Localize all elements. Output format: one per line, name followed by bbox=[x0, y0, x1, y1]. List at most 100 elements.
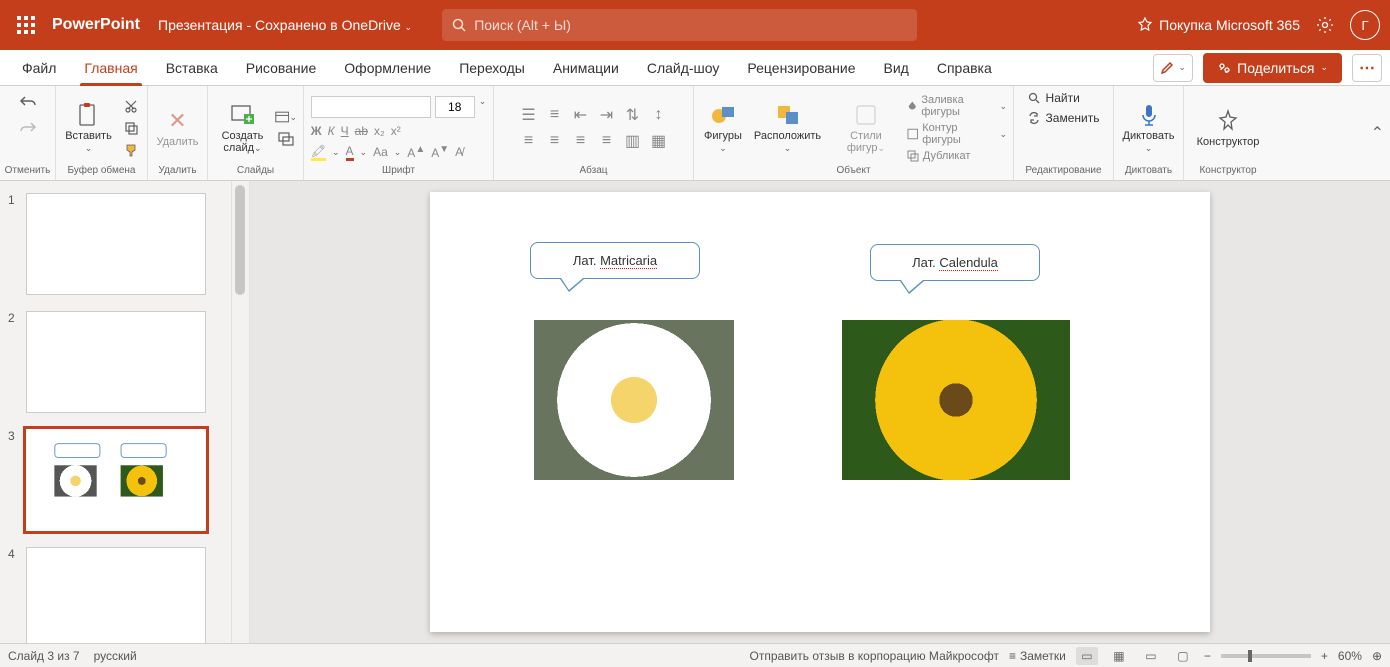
redo-button[interactable] bbox=[17, 117, 39, 137]
scrollbar-thumb[interactable] bbox=[235, 185, 245, 295]
shape-styles-button[interactable]: Стили фигур⌄ bbox=[829, 100, 903, 156]
thumb-number: 4 bbox=[8, 547, 20, 643]
tab-insert[interactable]: Вставка bbox=[152, 50, 232, 86]
tab-home[interactable]: Главная bbox=[70, 50, 151, 86]
share-button[interactable]: Поделиться ⌄ bbox=[1203, 53, 1342, 83]
numbering-button[interactable]: ≡ bbox=[544, 104, 566, 126]
notes-button[interactable]: ≡ Заметки bbox=[1009, 649, 1066, 663]
editing-mode-button[interactable]: ⌄ bbox=[1153, 54, 1193, 82]
designer-group-label: Конструктор bbox=[1199, 165, 1256, 178]
align-left-button[interactable]: ≡ bbox=[518, 130, 540, 152]
tab-view[interactable]: Вид bbox=[870, 50, 923, 86]
tab-transitions[interactable]: Переходы bbox=[445, 50, 539, 86]
zoom-out-button[interactable]: − bbox=[1204, 649, 1211, 663]
replace-button[interactable]: Заменить bbox=[1028, 111, 1100, 125]
language-status[interactable]: русский bbox=[94, 649, 137, 663]
slide-counter[interactable]: Слайд 3 из 7 bbox=[8, 649, 80, 663]
underline-button[interactable]: Ч bbox=[341, 124, 349, 138]
fit-to-window-button[interactable]: ⊕ bbox=[1372, 649, 1382, 663]
increase-indent-button[interactable]: ⇥ bbox=[596, 104, 618, 126]
thumbnails-scrollbar[interactable] bbox=[232, 181, 250, 643]
document-title[interactable]: Презентация - Сохранено в OneDrive ⌄ bbox=[158, 17, 412, 33]
slide-thumbnail-4[interactable] bbox=[26, 547, 206, 643]
decrease-indent-button[interactable]: ⇤ bbox=[570, 104, 592, 126]
status-bar: Слайд 3 из 7 русский Отправить отзыв в к… bbox=[0, 643, 1390, 667]
title-bar: PowerPoint Презентация - Сохранено в One… bbox=[0, 0, 1390, 50]
feedback-link[interactable]: Отправить отзыв в корпорацию Майкрософт bbox=[749, 649, 998, 663]
format-painter-button[interactable] bbox=[120, 140, 142, 160]
buy-microsoft-365-button[interactable]: Покупка Microsoft 365 bbox=[1137, 17, 1300, 33]
find-button[interactable]: Найти bbox=[1028, 91, 1080, 105]
bullets-button[interactable]: ☰ bbox=[518, 104, 540, 126]
slide-thumbnail-2[interactable] bbox=[26, 311, 206, 413]
share-label: Поделиться bbox=[1237, 60, 1314, 76]
tab-animations[interactable]: Анимации bbox=[539, 50, 633, 86]
font-size-input[interactable] bbox=[435, 96, 475, 118]
tab-review[interactable]: Рецензирование bbox=[733, 50, 869, 86]
callout-shape-2[interactable]: Лат. Calendula bbox=[870, 244, 1040, 281]
superscript-button[interactable]: x² bbox=[391, 124, 401, 138]
user-avatar[interactable]: Г bbox=[1350, 10, 1380, 40]
zoom-level[interactable]: 60% bbox=[1338, 649, 1362, 663]
dictate-button[interactable]: Диктовать⌄ bbox=[1119, 100, 1179, 156]
undo-button[interactable] bbox=[17, 91, 39, 111]
duplicate-slide-button[interactable] bbox=[275, 129, 297, 149]
shapes-button[interactable]: Фигуры⌄ bbox=[700, 100, 746, 156]
reading-view-button[interactable]: ▭ bbox=[1140, 647, 1162, 665]
callout-shape-1[interactable]: Лат. Matricaria bbox=[530, 242, 700, 279]
align-center-button[interactable]: ≡ bbox=[544, 130, 566, 152]
justify-button[interactable]: ≡ bbox=[596, 130, 618, 152]
columns-button[interactable]: ▥ bbox=[622, 130, 644, 152]
line-spacing-button[interactable]: ⇅ bbox=[622, 104, 644, 126]
arrange-button[interactable]: Расположить⌄ bbox=[750, 100, 825, 156]
convert-smartart-button[interactable]: ▦ bbox=[648, 130, 670, 152]
zoom-slider[interactable] bbox=[1221, 654, 1311, 658]
layout-button[interactable]: ⌄ bbox=[275, 107, 297, 127]
image-matricaria[interactable] bbox=[534, 320, 734, 480]
tab-help[interactable]: Справка bbox=[923, 50, 1006, 86]
grow-font-button[interactable]: A▲ bbox=[407, 144, 425, 160]
slide-canvas-area: Лат. Matricaria Лат. Calendula bbox=[250, 181, 1390, 643]
tab-slideshow[interactable]: Слайд-шоу bbox=[633, 50, 734, 86]
thumb-number: 1 bbox=[8, 193, 20, 295]
bold-button[interactable]: Ж bbox=[311, 124, 322, 138]
tab-file[interactable]: Файл bbox=[8, 50, 70, 86]
strikethrough-button[interactable]: ab bbox=[355, 124, 368, 138]
new-slide-button[interactable]: Создать слайд⌄ bbox=[214, 100, 271, 156]
shape-outline-button[interactable]: Контур фигуры⌄ bbox=[907, 122, 1007, 146]
delete-button[interactable]: ✕ Удалить bbox=[153, 106, 203, 150]
italic-button[interactable]: К bbox=[328, 124, 335, 138]
align-right-button[interactable]: ≡ bbox=[570, 130, 592, 152]
tab-draw[interactable]: Рисование bbox=[232, 50, 331, 86]
settings-icon[interactable] bbox=[1316, 16, 1334, 34]
font-family-input[interactable] bbox=[311, 96, 431, 118]
copy-button[interactable] bbox=[120, 118, 142, 138]
slide-sorter-view-button[interactable]: ▦ bbox=[1108, 647, 1130, 665]
subscript-button[interactable]: x₂ bbox=[374, 124, 385, 138]
change-case-button[interactable]: Aa bbox=[373, 145, 388, 159]
avatar-initial: Г bbox=[1361, 18, 1368, 33]
slide-thumbnails-panel: 1 2 3 4 bbox=[0, 181, 232, 643]
collapse-ribbon-button[interactable]: ⌃ bbox=[1371, 123, 1384, 143]
tab-design[interactable]: Оформление bbox=[330, 50, 445, 86]
cut-button[interactable] bbox=[120, 96, 142, 116]
duplicate-shape-button[interactable]: Дубликат bbox=[907, 150, 1007, 162]
zoom-in-button[interactable]: + bbox=[1321, 649, 1328, 663]
image-calendula[interactable] bbox=[842, 320, 1070, 480]
more-options-button[interactable]: ⋯ bbox=[1352, 54, 1382, 82]
app-launcher-icon[interactable] bbox=[10, 9, 42, 41]
clear-formatting-button[interactable]: A̸ bbox=[455, 145, 463, 159]
slideshow-view-button[interactable]: ▢ bbox=[1172, 647, 1194, 665]
designer-button[interactable]: Конструктор bbox=[1193, 106, 1264, 150]
slide-thumbnail-3[interactable] bbox=[26, 429, 206, 531]
normal-view-button[interactable]: ▭ bbox=[1076, 647, 1098, 665]
paste-button[interactable]: Вставить⌄ bbox=[61, 100, 116, 156]
highlight-color-button[interactable]: 🖍 bbox=[311, 144, 326, 161]
slide-thumbnail-1[interactable] bbox=[26, 193, 206, 295]
shrink-font-button[interactable]: A▼ bbox=[431, 144, 449, 160]
shape-fill-button[interactable]: Заливка фигуры⌄ bbox=[907, 94, 1007, 118]
text-direction-button[interactable]: ↕ bbox=[648, 104, 670, 126]
search-input[interactable]: Поиск (Alt + Ы) bbox=[442, 9, 917, 41]
slide-canvas[interactable]: Лат. Matricaria Лат. Calendula bbox=[430, 192, 1210, 632]
font-color-button[interactable]: A bbox=[346, 144, 354, 161]
